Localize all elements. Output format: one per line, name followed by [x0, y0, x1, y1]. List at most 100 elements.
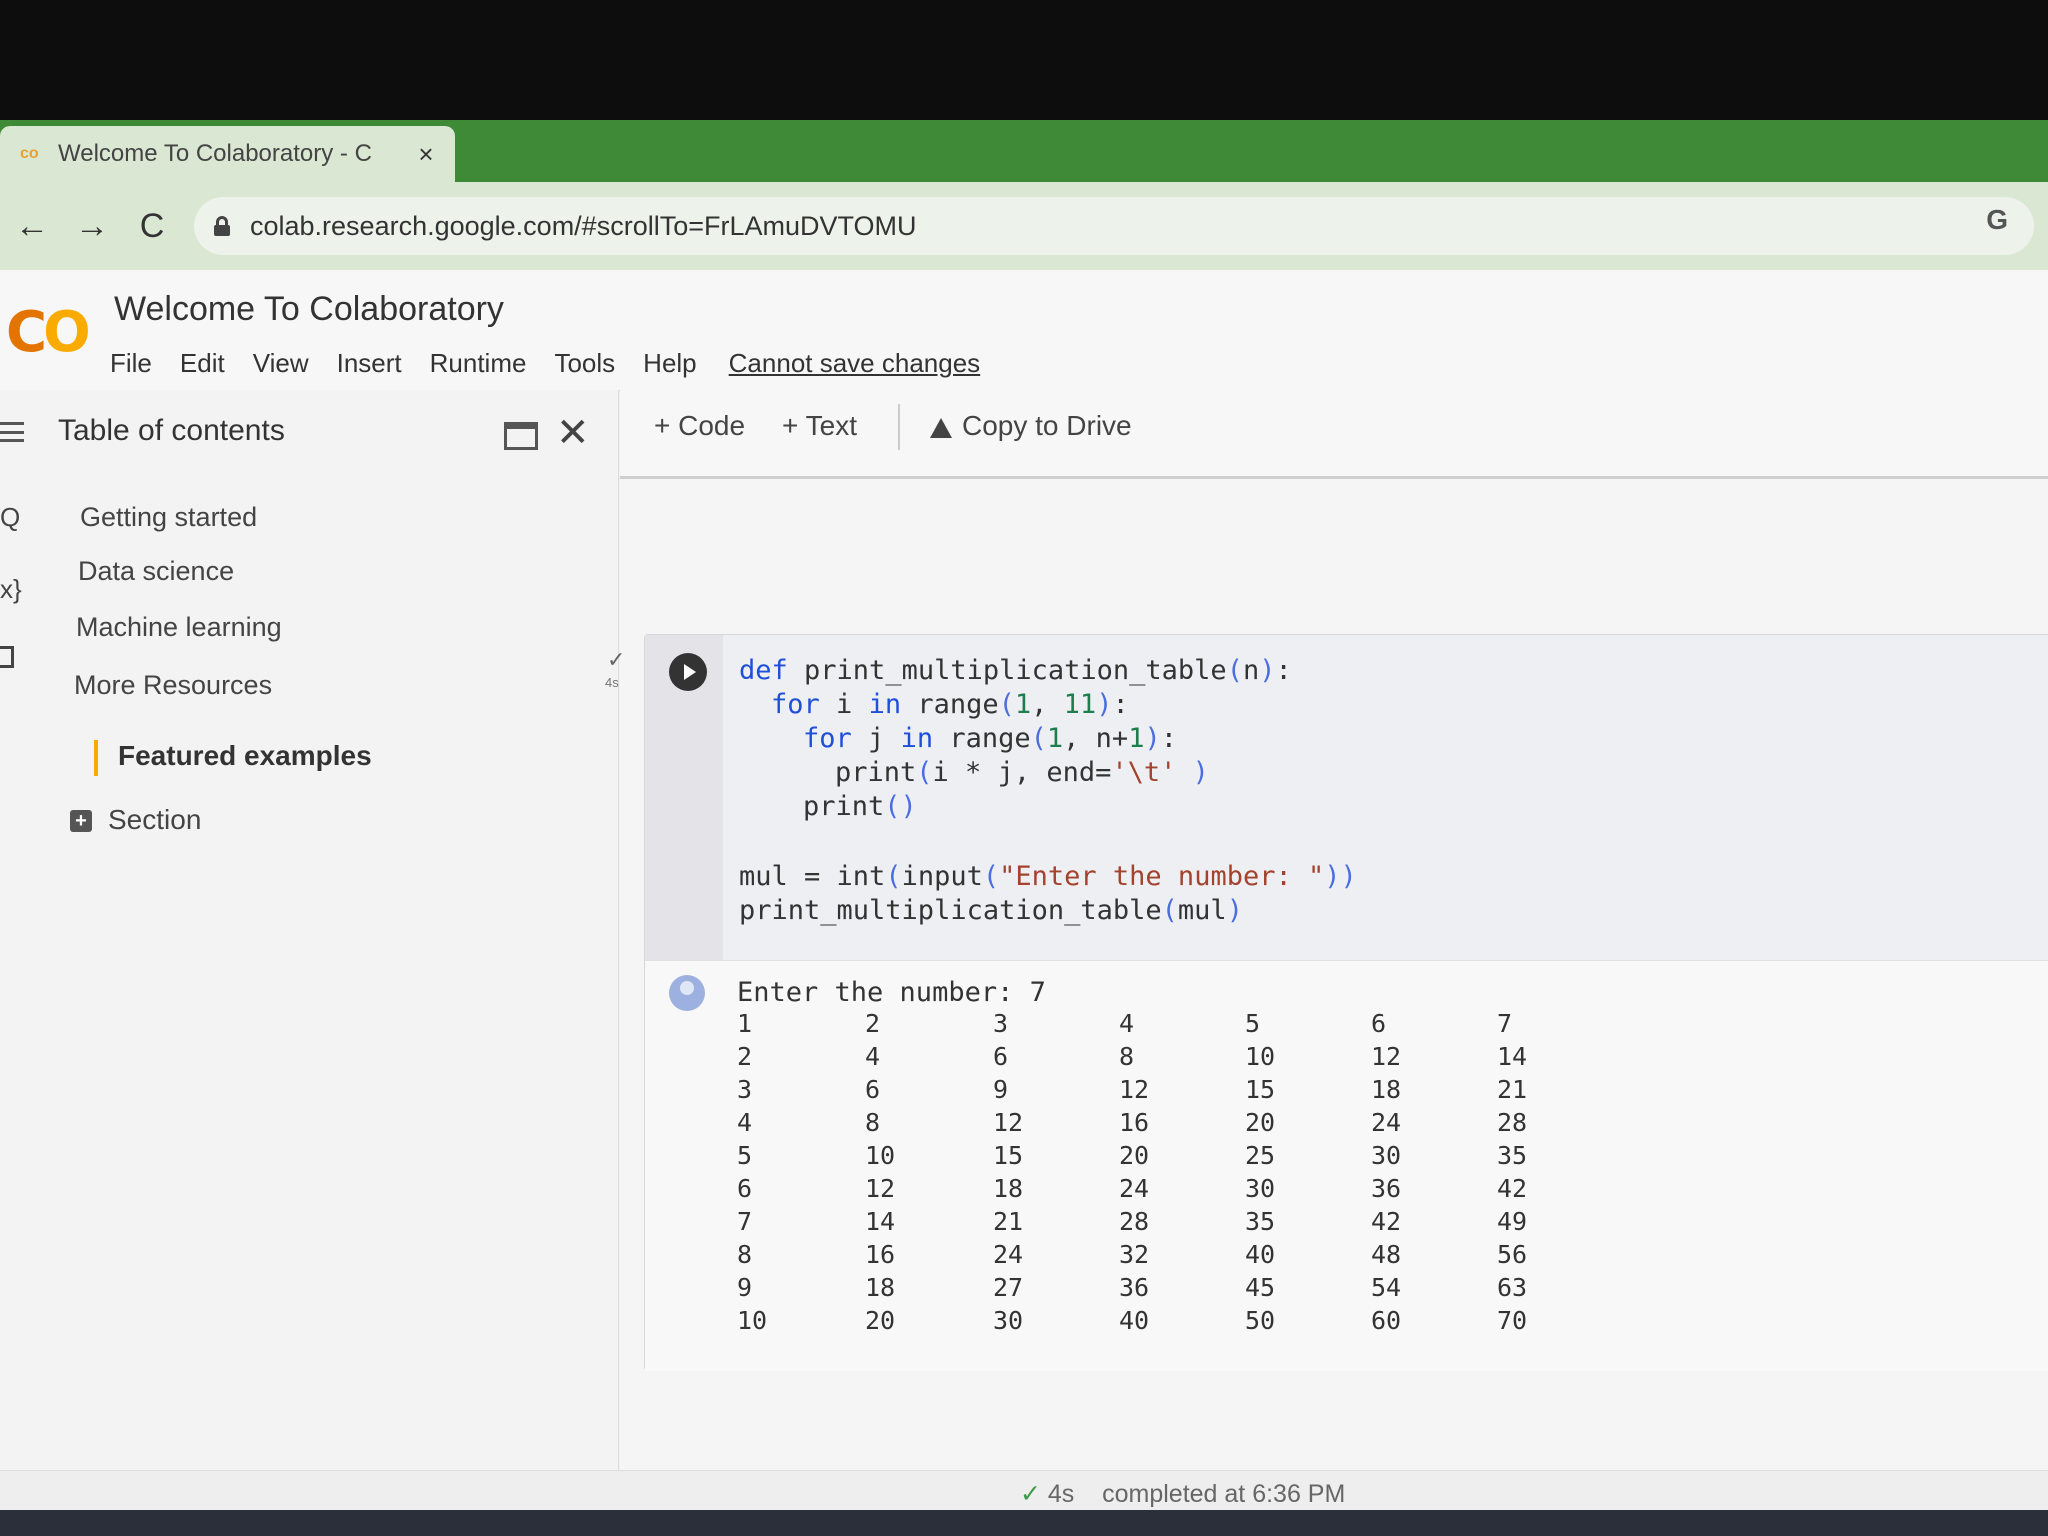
add-text-button[interactable]: + Text: [782, 410, 857, 442]
table-cell: 14: [1497, 1042, 1528, 1071]
table-cell: 30: [1245, 1174, 1276, 1203]
table-cell: 21: [1497, 1075, 1528, 1104]
cell-gutter: [645, 635, 723, 960]
colab-logo[interactable]: CO: [6, 300, 91, 365]
toolbar-divider: [898, 404, 900, 450]
menu-file[interactable]: File: [110, 348, 152, 379]
table-cell: 16: [1119, 1108, 1150, 1137]
output-user-icon[interactable]: [669, 975, 705, 1011]
code-line: print_multiplication_table(mul): [739, 895, 1243, 926]
tab-close-icon[interactable]: ×: [411, 139, 441, 170]
table-cell: 28: [1497, 1108, 1528, 1137]
table-cell: 40: [1119, 1306, 1150, 1335]
table-cell: 5: [1245, 1009, 1261, 1038]
table-cell: 10: [1245, 1042, 1276, 1071]
menu-help[interactable]: Help: [643, 348, 696, 379]
table-cell: 70: [1497, 1306, 1528, 1335]
sidebar-title: Table of contents: [58, 414, 285, 447]
table-cell: 60: [1371, 1306, 1402, 1335]
table-cell: 24: [993, 1240, 1024, 1269]
add-section-button[interactable]: Section: [108, 804, 201, 836]
table-cell: 15: [993, 1141, 1024, 1170]
reload-icon[interactable]: C: [124, 198, 180, 254]
table-cell: 25: [1245, 1141, 1276, 1170]
menu-icon[interactable]: [0, 422, 24, 442]
code-line: for i in range(1, 11):: [771, 689, 1129, 720]
back-arrow-icon[interactable]: ←: [4, 198, 60, 254]
table-cell: 9: [737, 1273, 753, 1302]
search-icon[interactable]: Q: [0, 502, 20, 533]
toc-active-indicator: [94, 740, 98, 776]
execution-time: 4s: [605, 675, 619, 690]
status-completed: completed at 6:36 PM: [1102, 1480, 1346, 1508]
menu-edit[interactable]: Edit: [180, 348, 225, 379]
table-cell: 35: [1497, 1141, 1528, 1170]
table-cell: 5: [737, 1141, 753, 1170]
code-editor[interactable]: def print_multiplication_table(n): for i…: [723, 635, 2048, 960]
copy-to-drive-button[interactable]: Copy to Drive: [930, 410, 1132, 442]
url-text[interactable]: colab.research.google.com/#scrollTo=FrLA…: [250, 211, 917, 242]
google-account-icon[interactable]: G: [1986, 204, 2008, 236]
code-cell[interactable]: ✓ 4s def print_multiplication_table(n): …: [605, 634, 2048, 1371]
table-cell: 2: [865, 1009, 881, 1038]
table-cell: 63: [1497, 1273, 1528, 1302]
table-cell: 42: [1497, 1174, 1528, 1203]
colab-favicon-icon: co: [20, 145, 39, 162]
table-cell: 18: [993, 1174, 1024, 1203]
code-line: print(): [803, 791, 917, 822]
forward-arrow-icon[interactable]: →: [64, 198, 120, 254]
table-cell: 6: [737, 1174, 753, 1203]
table-cell: 18: [865, 1273, 896, 1302]
address-bar: ← → C colab.research.google.com/#scrollT…: [0, 182, 2048, 270]
url-field[interactable]: colab.research.google.com/#scrollTo=FrLA…: [194, 197, 2034, 255]
table-cell: 20: [865, 1306, 896, 1335]
drive-icon: [930, 417, 952, 438]
open-in-window-icon[interactable]: [504, 422, 538, 450]
table-cell: 6: [865, 1075, 881, 1104]
code-line: mul = int(input("Enter the number: ")): [739, 861, 1357, 892]
menu-view[interactable]: View: [253, 348, 309, 379]
table-cell: 7: [1497, 1009, 1513, 1038]
notebook-area: ✓ 4s def print_multiplication_table(n): …: [605, 479, 2048, 1510]
input-prompt-line: Enter the number: 7: [737, 977, 1046, 1008]
cannot-save-link[interactable]: Cannot save changes: [729, 348, 981, 379]
table-cell: 15: [1245, 1075, 1276, 1104]
status-check-icon: ✓: [1020, 1480, 1041, 1508]
cell-output: Enter the number: 7 1 2 3 4 5 6 7 2 4 6 8 10 12 14 3 6 9…: [645, 960, 2048, 1371]
toc-featured-examples[interactable]: Featured examples: [118, 740, 372, 772]
notebook-title[interactable]: Welcome To Colaboratory: [114, 290, 504, 329]
add-code-button[interactable]: + Code: [654, 410, 745, 442]
code-line: for j in range(1, n+1):: [803, 723, 1177, 754]
menu-tools[interactable]: Tools: [554, 348, 615, 379]
close-icon[interactable]: ✕: [556, 410, 590, 456]
toc-more-resources[interactable]: More Resources: [74, 670, 272, 701]
table-cell: 35: [1245, 1207, 1276, 1236]
files-icon[interactable]: [0, 646, 14, 668]
status-duration: 4s: [1047, 1480, 1075, 1508]
table-cell: 12: [993, 1108, 1024, 1137]
menu-insert[interactable]: Insert: [337, 348, 402, 379]
table-cell: 8: [1119, 1042, 1135, 1071]
table-cell: 20: [1245, 1108, 1276, 1137]
toc-getting-started[interactable]: Getting started: [80, 502, 257, 533]
taskbar: [0, 1510, 2048, 1536]
table-cell: 2: [737, 1042, 753, 1071]
toc-machine-learning[interactable]: Machine learning: [76, 612, 282, 643]
table-cell: 10: [737, 1306, 768, 1335]
sidebar: Table of contents ✕ Q x} Getting started…: [0, 390, 619, 1510]
table-cell: 36: [1371, 1174, 1402, 1203]
variables-icon[interactable]: x}: [0, 574, 22, 605]
screen: co Welcome To Colaboratory - C × ← → C c…: [0, 120, 2048, 1511]
toc-data-science[interactable]: Data science: [78, 556, 234, 587]
table-cell: 54: [1371, 1273, 1402, 1302]
table-cell: 40: [1245, 1240, 1276, 1269]
table-cell: 20: [1119, 1141, 1150, 1170]
run-cell-button[interactable]: [669, 653, 707, 691]
menu-runtime[interactable]: Runtime: [430, 348, 527, 379]
table-cell: 3: [993, 1009, 1009, 1038]
browser-tab[interactable]: co Welcome To Colaboratory - C ×: [0, 126, 455, 182]
table-cell: 4: [1119, 1009, 1135, 1038]
table-cell: 12: [1371, 1042, 1402, 1071]
add-section-icon[interactable]: +: [70, 810, 92, 832]
table-cell: 3: [737, 1075, 753, 1104]
